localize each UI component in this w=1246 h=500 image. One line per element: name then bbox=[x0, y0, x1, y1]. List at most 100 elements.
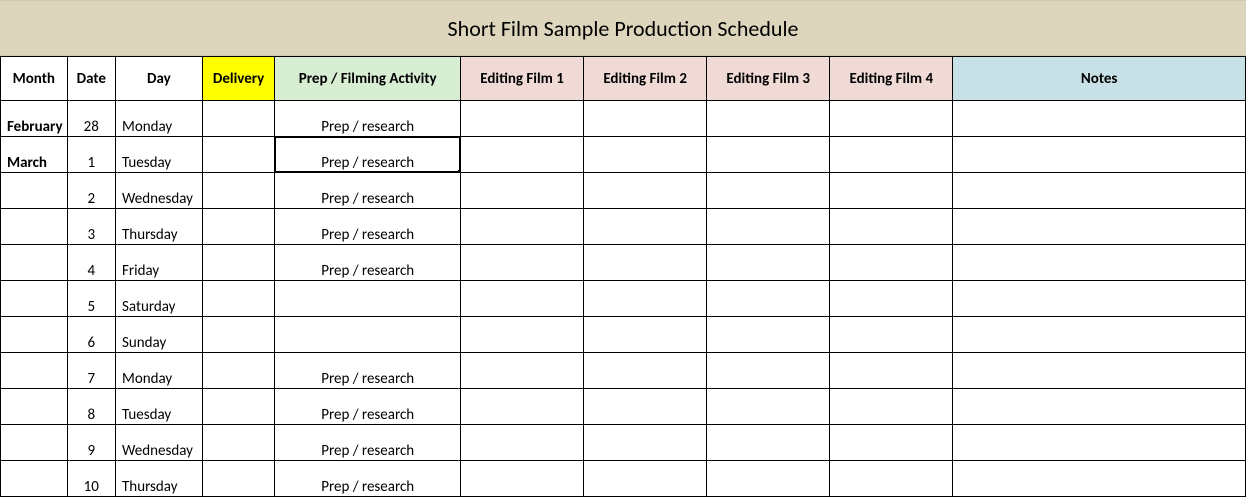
cell-day[interactable]: Friday bbox=[116, 245, 203, 281]
cell-edit1[interactable] bbox=[461, 317, 584, 353]
cell-month[interactable] bbox=[1, 209, 68, 245]
cell-edit2[interactable] bbox=[584, 461, 707, 497]
cell-edit1[interactable] bbox=[461, 281, 584, 317]
cell-edit3[interactable] bbox=[707, 353, 830, 389]
cell-activity[interactable]: Prep / research bbox=[275, 101, 461, 137]
cell-edit3[interactable] bbox=[707, 137, 830, 173]
cell-date[interactable]: 3 bbox=[67, 209, 115, 245]
cell-edit3[interactable] bbox=[707, 281, 830, 317]
cell-day[interactable]: Tuesday bbox=[116, 389, 203, 425]
col-month[interactable]: Month bbox=[1, 57, 68, 101]
cell-edit1[interactable] bbox=[461, 461, 584, 497]
cell-delivery[interactable] bbox=[202, 245, 275, 281]
cell-day[interactable]: Tuesday bbox=[116, 137, 203, 173]
cell-activity[interactable]: Prep / research bbox=[275, 173, 461, 209]
cell-notes[interactable] bbox=[953, 425, 1246, 461]
cell-date[interactable]: 28 bbox=[67, 101, 115, 137]
col-edit2[interactable]: Editing Film 2 bbox=[584, 57, 707, 101]
cell-edit1[interactable] bbox=[461, 173, 584, 209]
cell-delivery[interactable] bbox=[202, 173, 275, 209]
col-date[interactable]: Date bbox=[67, 57, 115, 101]
cell-edit3[interactable] bbox=[707, 461, 830, 497]
cell-month[interactable] bbox=[1, 317, 68, 353]
cell-notes[interactable] bbox=[953, 101, 1246, 137]
schedule-table[interactable]: Month Date Day Delivery Prep / Filming A… bbox=[0, 56, 1246, 497]
cell-date[interactable]: 9 bbox=[67, 425, 115, 461]
cell-edit4[interactable] bbox=[830, 101, 953, 137]
cell-activity[interactable] bbox=[275, 317, 461, 353]
cell-edit2[interactable] bbox=[584, 353, 707, 389]
cell-month[interactable] bbox=[1, 425, 68, 461]
cell-month[interactable] bbox=[1, 353, 68, 389]
cell-date[interactable]: 1 bbox=[67, 137, 115, 173]
cell-day[interactable]: Sunday bbox=[116, 317, 203, 353]
cell-notes[interactable] bbox=[953, 461, 1246, 497]
cell-delivery[interactable] bbox=[202, 281, 275, 317]
col-edit4[interactable]: Editing Film 4 bbox=[830, 57, 953, 101]
cell-edit4[interactable] bbox=[830, 173, 953, 209]
cell-edit2[interactable] bbox=[584, 209, 707, 245]
col-delivery[interactable]: Delivery bbox=[202, 57, 275, 101]
cell-edit4[interactable] bbox=[830, 137, 953, 173]
cell-edit4[interactable] bbox=[830, 425, 953, 461]
cell-edit3[interactable] bbox=[707, 101, 830, 137]
cell-activity[interactable]: Prep / research bbox=[275, 389, 461, 425]
cell-notes[interactable] bbox=[953, 245, 1246, 281]
col-edit1[interactable]: Editing Film 1 bbox=[461, 57, 584, 101]
cell-edit2[interactable] bbox=[584, 137, 707, 173]
cell-edit3[interactable] bbox=[707, 425, 830, 461]
cell-activity[interactable]: Prep / research bbox=[275, 245, 461, 281]
cell-delivery[interactable] bbox=[202, 137, 275, 173]
cell-edit2[interactable] bbox=[584, 245, 707, 281]
cell-edit4[interactable] bbox=[830, 353, 953, 389]
cell-delivery[interactable] bbox=[202, 461, 275, 497]
cell-edit4[interactable] bbox=[830, 317, 953, 353]
cell-date[interactable]: 7 bbox=[67, 353, 115, 389]
cell-edit4[interactable] bbox=[830, 389, 953, 425]
cell-notes[interactable] bbox=[953, 389, 1246, 425]
cell-month[interactable] bbox=[1, 281, 68, 317]
cell-edit1[interactable] bbox=[461, 209, 584, 245]
cell-delivery[interactable] bbox=[202, 389, 275, 425]
cell-edit3[interactable] bbox=[707, 209, 830, 245]
cell-edit4[interactable] bbox=[830, 209, 953, 245]
cell-notes[interactable] bbox=[953, 209, 1246, 245]
cell-day[interactable]: Wednesday bbox=[116, 425, 203, 461]
cell-edit1[interactable] bbox=[461, 353, 584, 389]
cell-date[interactable]: 10 bbox=[67, 461, 115, 497]
cell-month[interactable] bbox=[1, 461, 68, 497]
col-edit3[interactable]: Editing Film 3 bbox=[707, 57, 830, 101]
cell-day[interactable]: Wednesday bbox=[116, 173, 203, 209]
cell-edit1[interactable] bbox=[461, 101, 584, 137]
col-day[interactable]: Day bbox=[116, 57, 203, 101]
cell-day[interactable]: Monday bbox=[116, 353, 203, 389]
cell-delivery[interactable] bbox=[202, 209, 275, 245]
cell-delivery[interactable] bbox=[202, 425, 275, 461]
cell-edit3[interactable] bbox=[707, 245, 830, 281]
cell-edit1[interactable] bbox=[461, 389, 584, 425]
cell-month[interactable] bbox=[1, 389, 68, 425]
cell-delivery[interactable] bbox=[202, 317, 275, 353]
cell-notes[interactable] bbox=[953, 137, 1246, 173]
cell-day[interactable]: Thursday bbox=[116, 461, 203, 497]
cell-notes[interactable] bbox=[953, 173, 1246, 209]
cell-month[interactable]: February bbox=[1, 101, 68, 137]
cell-edit3[interactable] bbox=[707, 317, 830, 353]
cell-edit3[interactable] bbox=[707, 173, 830, 209]
cell-edit2[interactable] bbox=[584, 425, 707, 461]
cell-activity[interactable]: Prep / research bbox=[275, 425, 461, 461]
cell-edit2[interactable] bbox=[584, 173, 707, 209]
col-notes[interactable]: Notes bbox=[953, 57, 1246, 101]
cell-activity[interactable]: Prep / research bbox=[275, 209, 461, 245]
cell-day[interactable]: Saturday bbox=[116, 281, 203, 317]
cell-edit1[interactable] bbox=[461, 137, 584, 173]
cell-date[interactable]: 4 bbox=[67, 245, 115, 281]
cell-month[interactable] bbox=[1, 173, 68, 209]
cell-edit3[interactable] bbox=[707, 389, 830, 425]
cell-date[interactable]: 6 bbox=[67, 317, 115, 353]
col-activity[interactable]: Prep / Filming Activity bbox=[275, 57, 461, 101]
cell-date[interactable]: 5 bbox=[67, 281, 115, 317]
cell-month[interactable] bbox=[1, 245, 68, 281]
cell-month[interactable]: March bbox=[1, 137, 68, 173]
cell-edit4[interactable] bbox=[830, 245, 953, 281]
